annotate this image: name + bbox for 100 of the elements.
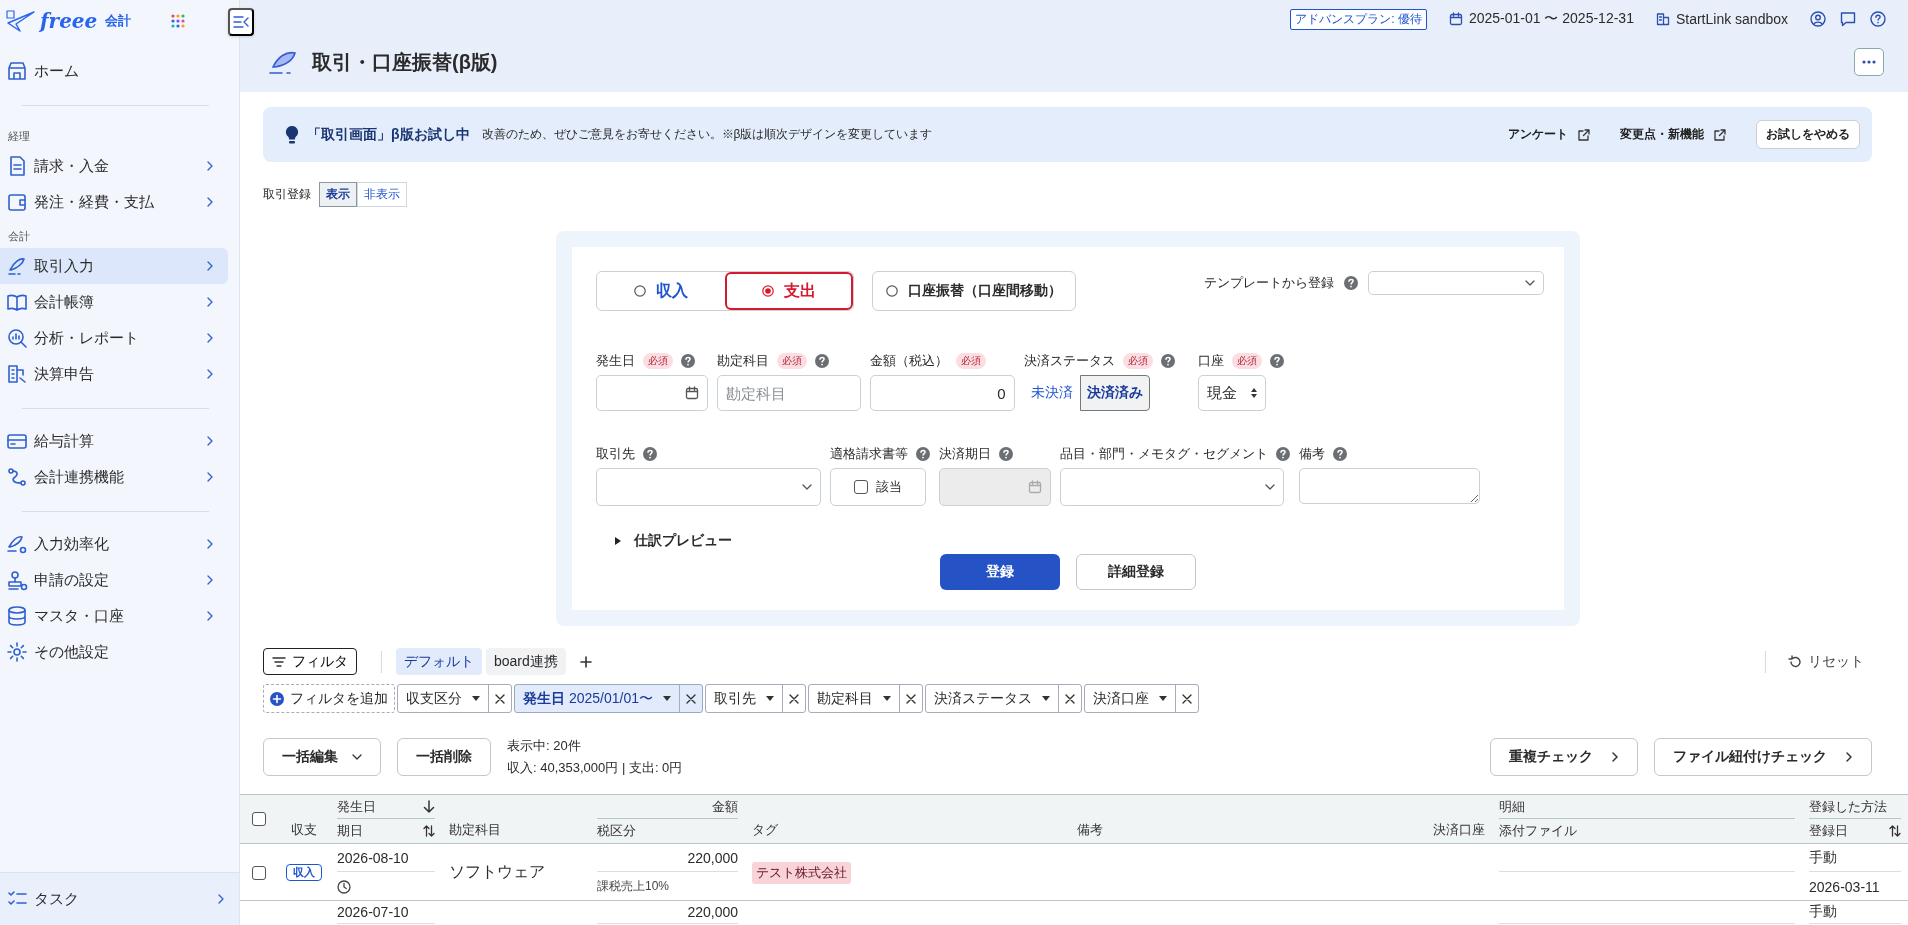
detail-register-button[interactable]: 詳細登録 [1075,554,1196,590]
field-label: 勘定科目 [716,352,769,370]
toggle-option[interactable]: 表示 [319,182,357,207]
column-header: 決済口座 [1433,820,1485,839]
close-icon [685,693,696,704]
dropdown-field[interactable] [1059,468,1284,506]
task-bar[interactable]: タスク [0,872,239,925]
caret-down-icon [472,696,480,701]
sort-icon[interactable] [1889,824,1901,837]
date-field[interactable] [595,375,708,411]
sidebar-item[interactable]: 分析・レポート [0,320,228,356]
required-badge: 必須 [955,353,986,369]
caret-down-icon [882,696,891,701]
input-field[interactable]: 勘定科目 [716,375,861,411]
sidebar-item[interactable]: 決算申告 [0,356,228,392]
help-icon[interactable] [1870,11,1886,27]
calendar-icon [1448,12,1463,26]
stamp-gear-icon [6,569,28,591]
check-button[interactable]: 重複チェック [1490,738,1638,776]
checkbox[interactable] [252,812,266,826]
field-label: 口座 [1197,352,1224,370]
user-icon[interactable] [1810,11,1826,27]
collapse-sidebar-button[interactable] [228,8,254,36]
filter-dropdown[interactable]: 勘定科目 [808,685,899,712]
close-icon [1064,693,1075,704]
column-header: タグ [752,820,778,839]
calendar-icon [684,386,699,400]
add-filter-button[interactable]: フィルタを追加 [263,684,395,713]
sort-icon[interactable] [423,824,435,837]
required-badge: 必須 [642,353,673,369]
period-selector[interactable]: 2025-01-01 〜 2025-12-31 [1448,10,1634,28]
sidebar-item[interactable]: その他設定 [0,634,228,670]
summary-text: 表示中: 20件 [507,737,582,755]
dropdown-field[interactable] [595,468,821,506]
chevron-right-icon [1845,751,1853,763]
caret-down-icon [662,696,671,701]
register-button[interactable]: 登録 [939,554,1060,590]
preset-tab[interactable]: board連携 [486,648,566,675]
external-link[interactable]: アンケート [1508,126,1590,143]
column-header: 登録日 [1809,821,1848,840]
tag-label: テスト株式会社 [752,861,851,884]
field-label: 取引先 [595,445,635,463]
sidebar-item[interactable]: ホーム [0,53,228,89]
sidebar-item[interactable]: 入力効率化 [0,526,228,562]
collapse-menu-icon [233,16,249,28]
table-cell-text: ソフトウェア [449,862,546,882]
amount-field[interactable]: 0 [869,375,1015,411]
close-icon [495,693,505,704]
filter-dropdown[interactable]: 取引先 [705,685,782,712]
checkbox[interactable] [853,480,868,494]
bulk-action-button[interactable]: 一括削除 [397,738,491,776]
required-badge: 必須 [1231,353,1262,369]
sidebar-item[interactable]: マスタ・口座 [0,598,228,634]
field-label: 適格請求書等 [829,445,908,463]
preset-tab[interactable]: デフォルト [396,648,482,675]
chat-icon[interactable] [1840,11,1856,27]
sort-descending-icon[interactable] [423,800,435,813]
company-selector[interactable]: StartLink sandbox [1655,11,1788,27]
column-header: 明細 [1499,797,1525,816]
filter-dropdown[interactable]: 決済口座 [1084,685,1175,712]
lightbulb-icon [285,124,299,145]
check-button[interactable]: ファイル紐付けチェック [1654,738,1872,776]
checkbox[interactable] [252,865,266,880]
sidebar-item[interactable]: 会計帳簿 [0,284,228,320]
external-link[interactable]: 変更点・新機能 [1620,126,1726,143]
sidebar-item[interactable]: 請求・入金 [0,148,228,184]
product-name: 会計 [105,12,132,30]
status-option[interactable]: 決済済み [1079,375,1150,411]
database-icon [6,605,28,627]
column-header: 勘定科目 [449,820,501,839]
caret-down-icon [1041,696,1050,701]
chevron-right-icon [1611,751,1619,763]
select-field[interactable]: 現金 [1197,375,1266,411]
reset-button[interactable]: リセット [1780,652,1872,671]
filter-dropdown[interactable]: 発生日 2025/01/01〜 [515,685,679,712]
filter-dropdown[interactable]: 収支区分 [398,685,488,712]
sidebar-item[interactable]: 取引入力 [0,248,228,284]
bulk-action-button[interactable]: 一括編集 [263,738,381,776]
preview-toggle[interactable]: 仕訳プレビュー [613,532,1540,550]
app-grid-icon[interactable] [171,14,185,28]
close-icon [788,693,799,704]
date-text: 2026-03-11 [1809,878,1880,895]
type-badge: 収入 [286,864,322,881]
filter-button[interactable]: フィルタ [263,648,357,675]
settings-icon [6,641,28,663]
sidebar-item[interactable]: 会計連携機能 [0,459,228,495]
sidebar-item[interactable]: 発注・経費・支払 [0,184,228,220]
filter-dropdown[interactable]: 決済ステータス [925,685,1058,712]
memo-field[interactable] [1298,468,1480,504]
type-option[interactable]: 支出 [724,272,853,310]
plus-icon[interactable] [579,655,592,668]
sidebar-item[interactable]: 申請の設定 [0,562,228,598]
pen-icon [6,255,28,277]
chevron-down-icon [1524,279,1535,287]
type-option[interactable]: 口座振替（口座間移動） [871,271,1076,311]
sidebar-item[interactable]: 給与計算 [0,423,228,459]
end-trial-button[interactable]: お試しをやめる [1756,120,1860,149]
toggle-option[interactable]: 非表示 [357,182,407,207]
column-header: 備考 [1077,820,1103,839]
caret-down-icon [1158,696,1167,701]
